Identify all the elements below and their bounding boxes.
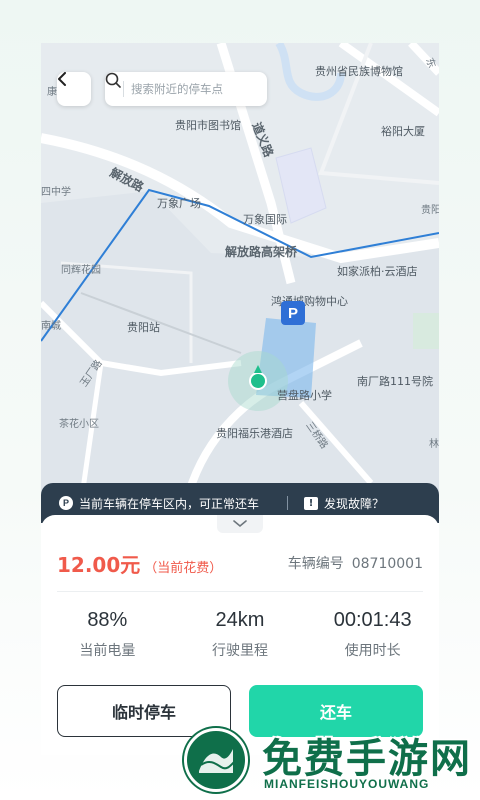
map-label: 南厂路111号院	[357, 375, 433, 388]
map-label: 南城	[41, 321, 61, 332]
map-label: 万象广场	[157, 197, 201, 210]
vehicle-id: 车辆编号 08710001	[288, 553, 423, 573]
report-fault-link[interactable]: 发现故障？	[324, 495, 384, 512]
divider	[57, 591, 423, 592]
fee-amount: 12.00元	[57, 553, 141, 577]
map-label: 贵阳站	[127, 321, 160, 334]
parking-marker[interactable]: P	[281, 301, 305, 325]
parking-status-message: 当前车辆在停车区内，可正常还车	[79, 496, 260, 511]
watermark-subtitle: MIANFEISHOUYOUWANG	[264, 777, 430, 791]
chevron-down-icon	[233, 520, 247, 528]
stat-distance: 24km 行驶里程	[174, 609, 307, 660]
vehicle-label: 车辆编号	[287, 556, 344, 572]
map-label: 康	[47, 87, 57, 98]
map-label: 贵州省民族博物馆	[315, 65, 403, 78]
current-fee: 12.00元 （当前花费）	[57, 549, 222, 578]
parking-icon: P	[59, 496, 73, 510]
search-divider	[123, 81, 124, 97]
map-view[interactable]: 贵州省民族博物馆 康 贵阳市图书馆 道义路 裕阳大厦 解放路 四中学 万象广场 …	[41, 43, 439, 503]
chevron-left-icon	[58, 72, 66, 86]
stat-label: 当前电量	[79, 643, 136, 659]
vehicle-number: 08710001	[351, 556, 423, 572]
watermark-logo-icon	[199, 749, 236, 773]
watermark-logo	[184, 728, 248, 792]
stat-battery: 88% 当前电量	[41, 609, 174, 660]
stat-value: 24km	[215, 609, 265, 631]
stat-value: 88%	[87, 609, 128, 631]
map-label: 裕阳大厦	[381, 125, 425, 138]
search-input[interactable]: 搜索附近的停车点	[105, 72, 267, 106]
map-label: 如家派柏·云酒店	[337, 265, 418, 278]
map-label: 贵阳市图书馆	[175, 119, 241, 132]
watermark-title: 免费手游网	[262, 736, 472, 782]
map-label: 茶花小区	[59, 419, 99, 430]
map-label: 贵阳福乐港酒店	[216, 427, 293, 440]
search-icon	[105, 72, 121, 88]
stat-duration: 00:01:43 使用时长	[306, 609, 439, 660]
watermark: 免费手游网 MIANFEISHOUYOUWANG	[184, 726, 474, 796]
banner-divider	[287, 496, 289, 510]
phone-screen: 贵州省民族博物馆 康 贵阳市图书馆 道义路 裕阳大厦 解放路 四中学 万象广场 …	[41, 43, 439, 755]
map-label: 营盘路小学	[277, 389, 332, 402]
report-fault-icon[interactable]: !	[304, 496, 319, 510]
map-label: 四中学	[41, 187, 71, 198]
stat-label: 使用时长	[344, 643, 401, 659]
ride-stats: 88% 当前电量 24km 行驶里程 00:01:43 使用时长	[41, 609, 439, 660]
map-label: 贵阳	[421, 205, 439, 216]
map-label: 万象国际	[243, 213, 287, 226]
search-placeholder: 搜索附近的停车点	[131, 82, 223, 96]
map-label: 解放路高架桥	[225, 245, 298, 259]
map-label: 同辉花园	[61, 265, 101, 276]
ride-info-panel: 12.00元 （当前花费） 车辆编号 08710001 88% 当前电量 24km…	[41, 515, 439, 755]
back-button[interactable]	[57, 72, 91, 106]
fee-note: （当前花费）	[144, 561, 223, 576]
stat-value: 00:01:43	[333, 609, 412, 631]
stat-label: 行驶里程	[212, 643, 268, 659]
collapse-handle[interactable]	[217, 515, 263, 533]
map-label: 林	[429, 439, 439, 450]
